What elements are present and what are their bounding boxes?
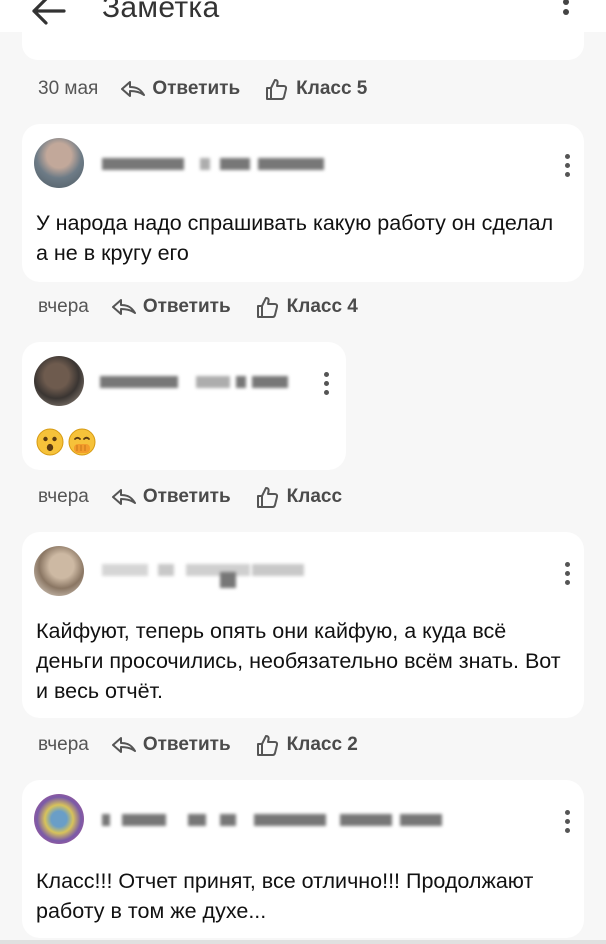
reply-arrow-icon [111, 299, 136, 315]
avatar[interactable] [34, 356, 84, 406]
comment-card: Кайфуют, теперь опять они кайфую, а куда… [22, 532, 584, 718]
avatar[interactable] [34, 794, 84, 844]
thumbs-up-icon [266, 79, 288, 100]
avatar[interactable] [34, 138, 84, 188]
like-button[interactable]: Класс [255, 485, 342, 509]
back-arrow-icon[interactable] [28, 0, 68, 28]
thumbs-up-icon [256, 735, 278, 756]
reply-label: Ответить [142, 734, 231, 755]
reply-button[interactable]: Ответить [111, 734, 231, 756]
comment-date: вчера [38, 296, 89, 317]
like-label: Класс 5 [296, 78, 368, 99]
comment-menu-icon[interactable] [563, 152, 571, 178]
astonished-face-emoji [36, 428, 64, 456]
like-label: Класс [286, 486, 343, 507]
comment-card: Класс!!! Отчет принят, все отлично!!! Пр… [22, 780, 584, 938]
comment-text: Кайфуют, теперь опять они кайфую, а куда… [36, 619, 561, 703]
reply-button[interactable]: Ответить [111, 486, 231, 508]
reply-arrow-icon [121, 81, 146, 97]
comment-card [22, 342, 346, 470]
reply-button[interactable]: Ответить [120, 78, 240, 100]
previous-comment-card [22, 26, 584, 60]
reply-arrow-icon [111, 489, 136, 505]
like-button[interactable]: Класс 4 [255, 295, 358, 319]
reply-label: Ответить [142, 296, 231, 317]
comment-actions: вчера Ответить Класс 2 [38, 730, 358, 760]
avatar[interactable] [34, 546, 84, 596]
comment-date: вчера [38, 734, 89, 755]
comment-card: У народа надо спрашивать какую работу он… [22, 124, 584, 282]
like-button[interactable]: Класс 5 [264, 77, 367, 101]
like-label: Класс 4 [286, 296, 358, 317]
comment-date: 30 мая [38, 78, 99, 99]
like-label: Класс 2 [286, 734, 358, 755]
reply-label: Ответить [152, 78, 241, 99]
hand-over-mouth-emoji [68, 428, 96, 456]
comment-date: вчера [38, 486, 89, 507]
reply-label: Ответить [142, 486, 231, 507]
reply-arrow-icon [111, 737, 136, 753]
comment-text: У народа надо спрашивать какую работу он… [36, 211, 554, 265]
page-title: Заметка [102, 0, 220, 24]
comment-actions: 30 мая Ответить Класс 5 [38, 74, 367, 104]
thumbs-up-icon [256, 487, 278, 508]
author-name-blurred[interactable] [102, 154, 324, 174]
reply-button[interactable]: Ответить [111, 296, 231, 318]
like-button[interactable]: Класс 2 [255, 733, 358, 757]
author-name-blurred[interactable] [100, 372, 290, 392]
comment-actions: вчера Ответить Класс 4 [38, 292, 358, 322]
author-name-blurred[interactable] [102, 810, 442, 830]
bottom-divider [0, 940, 606, 944]
comment-menu-icon[interactable] [563, 560, 571, 586]
more-menu-icon[interactable] [562, 0, 570, 28]
comment-menu-icon[interactable] [322, 370, 330, 396]
comment-text: Класс!!! Отчет принят, все отлично!!! Пр… [36, 869, 534, 923]
comment-actions: вчера Ответить Класс [38, 482, 342, 512]
author-name-blurred[interactable] [102, 560, 312, 588]
thumbs-up-icon [256, 297, 278, 318]
comment-menu-icon[interactable] [563, 808, 571, 834]
